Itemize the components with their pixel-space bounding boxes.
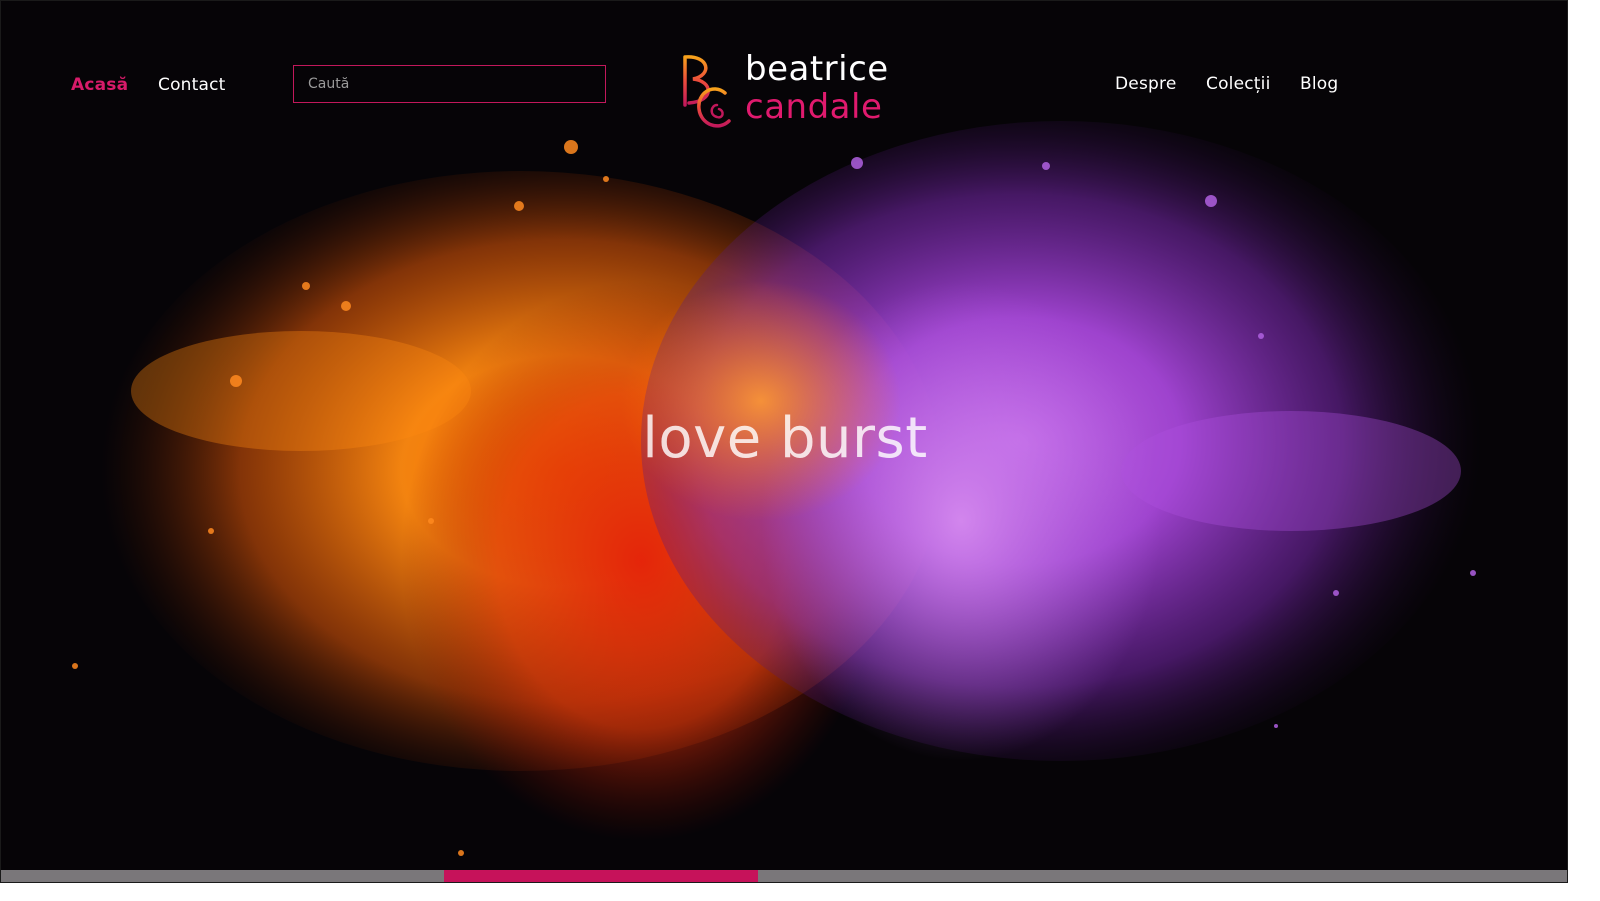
nav-link-contact[interactable]: Contact bbox=[158, 75, 226, 95]
nav-link-colectii[interactable]: Colecții bbox=[1206, 74, 1271, 94]
nav-link-despre[interactable]: Despre bbox=[1115, 74, 1176, 94]
nav-link-acasa[interactable]: Acasă bbox=[71, 75, 128, 95]
hero-section: Acasă Contact beatrice candale Despre Co… bbox=[0, 0, 1568, 883]
logo-text-beatrice: beatrice bbox=[745, 49, 889, 89]
bc-monogram-icon bbox=[683, 55, 731, 128]
brand-logo[interactable]: beatrice candale bbox=[679, 51, 909, 135]
hero-title: love burst bbox=[642, 406, 928, 471]
slider-progress-track[interactable] bbox=[1, 870, 1567, 882]
search-input[interactable] bbox=[293, 65, 606, 103]
logo-text-candale: candale bbox=[745, 87, 883, 127]
slider-active-indicator[interactable] bbox=[444, 870, 758, 882]
nav-link-blog[interactable]: Blog bbox=[1300, 74, 1338, 94]
